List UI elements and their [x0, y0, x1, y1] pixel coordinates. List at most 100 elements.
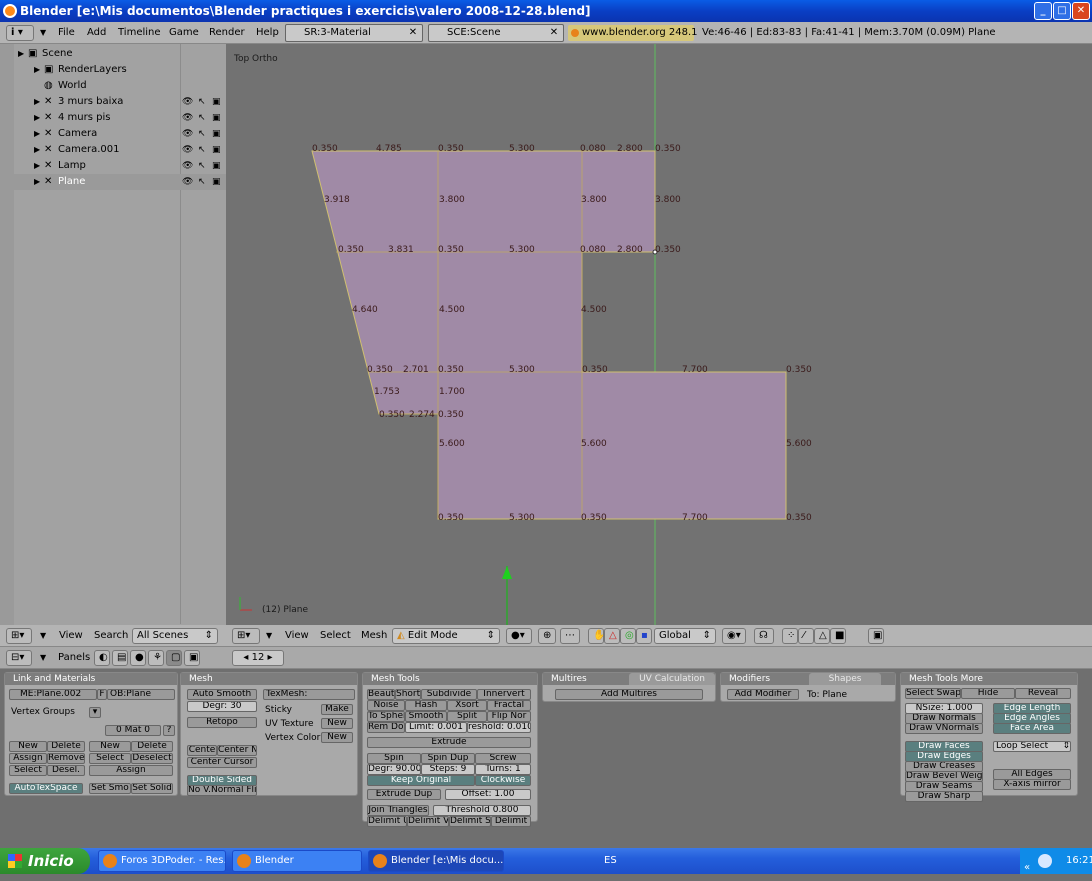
center-new-button[interactable]: Center N: [217, 745, 257, 756]
tab-multires[interactable]: Multires: [551, 674, 587, 684]
screw-turns-field[interactable]: Turns: 1: [475, 764, 531, 775]
expand-icon[interactable]: ▶: [34, 158, 40, 174]
mesh-menu[interactable]: Mesh: [361, 630, 387, 641]
material-select-button[interactable]: Select: [89, 753, 131, 764]
draw-sharp-toggle[interactable]: Draw Sharp: [905, 791, 983, 802]
manipulator-arrow-icon[interactable]: [502, 566, 512, 579]
script-icon[interactable]: ▤: [112, 650, 128, 666]
expand-icon[interactable]: ▶: [34, 110, 40, 126]
menu-help[interactable]: Help: [256, 27, 279, 38]
outliner-search-menu[interactable]: Search: [94, 630, 128, 641]
loop-select-dropdown[interactable]: Loop Select ⇕: [993, 741, 1071, 752]
expand-icon[interactable]: ▶: [34, 126, 40, 142]
hide-button[interactable]: Hide: [961, 688, 1015, 699]
spin-dup-button[interactable]: Spin Dup: [421, 753, 475, 764]
outliner-item[interactable]: ▶ ✕ 4 murs pis 👁 ↖ ▣: [0, 110, 226, 126]
face-area-toggle[interactable]: Face Area: [993, 723, 1071, 734]
x-axis-mirror-toggle[interactable]: X-axis mirror: [993, 779, 1071, 790]
eye-icon[interactable]: 👁: [182, 174, 193, 190]
cursor-icon[interactable]: ↖: [198, 126, 206, 142]
viewport-canvas[interactable]: [226, 44, 1092, 625]
fractal-button[interactable]: Fractal: [487, 700, 531, 711]
chevron-down-icon[interactable]: ▼: [40, 28, 46, 37]
hand-icon[interactable]: ✋: [588, 628, 604, 644]
outliner-item[interactable]: ▶ ✕ Camera 👁 ↖ ▣: [0, 126, 226, 142]
3d-viewport[interactable]: Top Ortho (12) Plane 0.350 4.785 0.350 5.30…: [226, 44, 1092, 625]
outliner-item[interactable]: ▶ ✕ 3 murs baixa 👁 ↖ ▣: [0, 94, 226, 110]
start-button[interactable]: Inicio: [0, 848, 90, 874]
close-button[interactable]: ✕: [1072, 2, 1090, 20]
mode-dropdown[interactable]: ◭ Edit Mode ⇕: [392, 628, 500, 644]
website-link[interactable]: www.blender.org 248.1: [568, 25, 698, 41]
viewport-type-icon[interactable]: ⊞▾: [232, 628, 260, 644]
join-triangles-button[interactable]: Join Triangles: [367, 805, 429, 816]
render-icon[interactable]: ▣: [868, 628, 884, 644]
panels-menu[interactable]: Panels: [58, 652, 90, 663]
taskbar-item-firefox[interactable]: Foros 3DPoder. - Res...: [98, 850, 226, 872]
eye-icon[interactable]: 👁: [182, 142, 193, 158]
material-assign-button[interactable]: Assign: [89, 765, 173, 776]
info-icon[interactable]: i ▾: [6, 25, 34, 41]
reveal-button[interactable]: Reveal: [1015, 688, 1071, 699]
outliner-item[interactable]: ▶ ▣ RenderLayers: [0, 62, 226, 78]
join-threshold-field[interactable]: Threshold 0.800: [433, 805, 531, 816]
orientation-dropdown[interactable]: Global ⇕: [654, 628, 716, 644]
expand-icon[interactable]: ▶: [34, 62, 40, 78]
centre-button[interactable]: Cente: [187, 745, 217, 756]
remove-doubles-button[interactable]: Rem Dou: [367, 722, 405, 733]
eye-icon[interactable]: 👁: [182, 126, 193, 142]
no-vnormal-flip-toggle[interactable]: No V.Normal Fli: [187, 785, 257, 796]
chevron-down-icon[interactable]: ▼: [40, 653, 46, 662]
select-menu[interactable]: Select: [320, 630, 351, 641]
close-icon[interactable]: ✕: [546, 26, 562, 41]
sticky-make-button[interactable]: Make: [321, 704, 353, 715]
autotexspace-toggle[interactable]: AutoTexSpace: [9, 783, 83, 794]
clockwise-toggle[interactable]: Clockwise: [475, 775, 531, 786]
set-smooth-button[interactable]: Set Smo: [89, 783, 131, 794]
vgroup-select-button[interactable]: Select: [9, 765, 47, 776]
tray-expand-icon[interactable]: «: [1024, 855, 1030, 881]
spin-button[interactable]: Spin: [367, 753, 421, 764]
shading-icon[interactable]: ●: [130, 650, 146, 666]
render-icon[interactable]: ▣: [212, 142, 221, 158]
spin-steps-field[interactable]: Steps: 9: [421, 764, 475, 775]
render-icon[interactable]: ▣: [212, 158, 221, 174]
center-cursor-button[interactable]: Center Cursor: [187, 757, 257, 768]
taskbar-item-blender[interactable]: Blender: [232, 850, 362, 872]
vgroup-remove-button[interactable]: Remove: [47, 753, 85, 764]
material-help-button[interactable]: ?: [163, 725, 175, 736]
extrude-dup-button[interactable]: Extrude Dup: [367, 789, 441, 800]
outliner-item[interactable]: ▶ ✕ Plane 👁 ↖ ▣: [0, 174, 226, 190]
view-menu[interactable]: View: [285, 630, 309, 641]
expand-icon[interactable]: ▶: [34, 174, 40, 190]
cursor-icon[interactable]: ↖: [198, 94, 206, 110]
language-indicator[interactable]: ES: [604, 855, 617, 866]
smooth-degree-field[interactable]: Degr: 30: [187, 701, 257, 712]
texmesh-field[interactable]: TexMesh:: [263, 689, 355, 700]
tab-modifiers[interactable]: Modifiers: [729, 674, 770, 684]
menu-game[interactable]: Game: [169, 27, 199, 38]
menu-add[interactable]: Add: [87, 27, 106, 38]
outliner-item[interactable]: ◍ World: [0, 78, 226, 94]
vgroup-delete-button[interactable]: Delete: [47, 741, 85, 752]
threshold-field[interactable]: reshold: 0.010: [467, 722, 531, 733]
split-button[interactable]: Split: [447, 711, 487, 722]
eye-icon[interactable]: 👁: [182, 110, 193, 126]
eye-icon[interactable]: 👁: [182, 158, 193, 174]
buttons-type-icon[interactable]: ⊟▾: [6, 650, 32, 666]
cursor-icon[interactable]: ↖: [198, 158, 206, 174]
retopo-toggle[interactable]: Retopo: [187, 717, 257, 728]
face-select-icon[interactable]: △: [814, 628, 830, 644]
vertex-select-icon[interactable]: ⁘: [782, 628, 798, 644]
outliner-item[interactable]: ▶ ✕ Camera.001 👁 ↖ ▣: [0, 142, 226, 158]
vgroup-assign-button[interactable]: Assign: [9, 753, 47, 764]
flip-normals-button[interactable]: Flip Nor: [487, 711, 531, 722]
proportional-icon[interactable]: ◉▾: [722, 628, 746, 644]
to-sphere-button[interactable]: To Spher: [367, 711, 405, 722]
plane-mesh[interactable]: [311, 150, 787, 520]
object-name-field[interactable]: OB:Plane: [107, 689, 175, 700]
render-icon[interactable]: ▣: [212, 126, 221, 142]
draw-vnormals-toggle[interactable]: Draw VNormals: [905, 723, 983, 734]
rotate-icon[interactable]: △: [604, 628, 620, 644]
cursor-icon[interactable]: ↖: [198, 110, 206, 126]
